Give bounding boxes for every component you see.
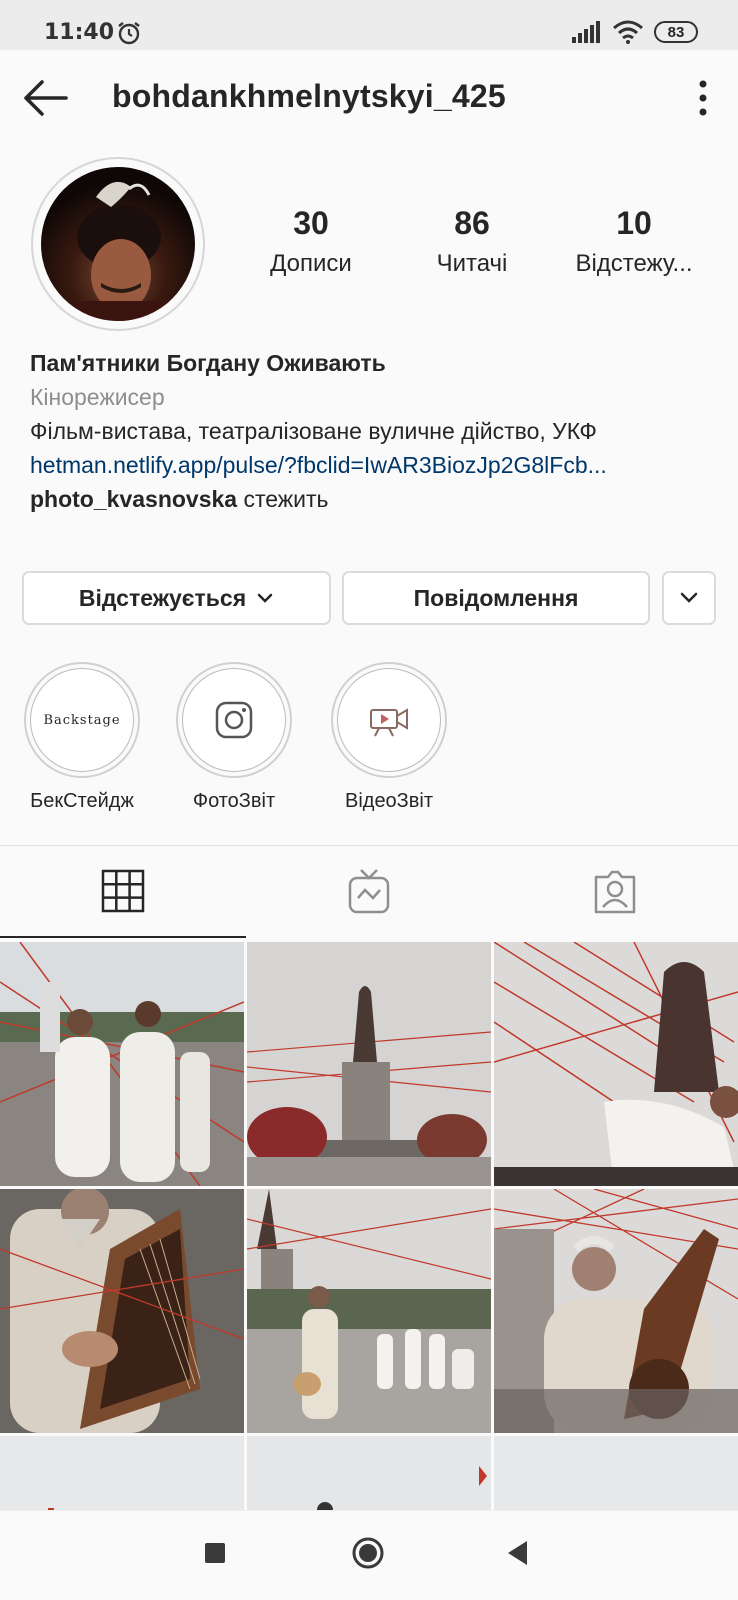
profile-category: Кінорежисер [30,384,165,410]
video-camera-icon [370,708,408,737]
chevron-down-icon [680,592,698,603]
profile-header: bohdankhmelnytskyi_425 [0,50,738,146]
profile-description: Фільм-вистава, театралізоване вуличне ді… [30,418,597,444]
post-thumbnail[interactable] [0,942,244,1186]
post-thumbnail[interactable] [494,1189,738,1433]
chevron-down-icon [257,593,273,603]
post-thumbnail[interactable] [0,1436,244,1512]
tab-grid[interactable] [0,846,246,938]
more-vertical-icon[interactable] [696,78,710,118]
stat-posts[interactable]: 30 Дописи [236,205,386,278]
post-image [494,942,738,1186]
highlight-video-report[interactable]: ВідеоЗвіт [329,662,449,813]
post-thumbnail[interactable] [494,1436,738,1512]
igtv-icon [348,869,390,914]
wifi-icon [613,20,643,44]
stat-following[interactable]: 10 Відстежу... [559,205,709,278]
post-image [494,1189,738,1433]
alarm-icon [118,22,140,45]
tab-tagged[interactable] [492,846,738,938]
posts-grid [0,942,738,1512]
profile-username: bohdankhmelnytskyi_425 [112,78,506,114]
highlight-cover [182,668,286,772]
followed-by[interactable]: photo_kvasnovska стежить [30,482,720,516]
post-image [247,1189,491,1433]
recent-apps-icon[interactable] [203,1541,227,1565]
tagged-icon [594,870,636,914]
profile-bio: Пам'ятники Богдану Оживають Кінорежисер … [30,346,720,516]
highlight-ring [176,662,292,778]
stat-following-label: Відстежу... [575,250,693,277]
post-thumbnail[interactable] [247,942,491,1186]
status-bar: 11:40 83 [0,0,738,50]
followed-by-user[interactable]: photo_kvasnovska [30,486,237,512]
avatar[interactable] [31,157,205,331]
stat-followers-label: Читачі [436,250,508,277]
post-thumbnail[interactable] [247,1189,491,1433]
post-image [247,1436,491,1512]
signal-icon [572,21,600,43]
profile-display-name: Пам'ятники Богдану Оживають [30,350,386,376]
highlight-photo-report[interactable]: ФотоЗвіт [174,662,294,813]
highlight-cover-text: Backstage [43,712,121,728]
tab-igtv[interactable] [246,846,492,938]
stat-posts-label: Дописи [270,250,352,277]
post-image [494,1436,738,1512]
post-image [0,1436,244,1512]
post-thumbnail[interactable] [247,1436,491,1512]
stat-followers[interactable]: 86 Читачі [397,205,547,278]
home-icon[interactable] [351,1536,385,1570]
highlight-label: ВідеоЗвіт [344,790,433,812]
profile-link[interactable]: hetman.netlify.app/pulse/?fbclid=IwAR3Bi… [30,448,720,482]
avatar-portrait [71,181,171,321]
highlight-ring [331,662,447,778]
post-thumbnail[interactable] [494,942,738,1186]
message-button-label: Повідомлення [413,584,579,611]
stat-followers-value: 86 [454,205,490,241]
highlight-backstage[interactable]: Backstage БекСтейдж [22,662,142,813]
followed-by-suffix: стежить [237,486,329,512]
post-thumbnail[interactable] [0,1189,244,1433]
status-time: 11:40 [44,20,115,45]
highlight-label: БекСтейдж [30,790,134,812]
battery-icon: 83 [654,21,698,43]
back-arrow-icon[interactable] [22,76,70,120]
profile-tabs [0,845,738,938]
message-button[interactable]: Повідомлення [342,571,650,625]
stat-following-value: 10 [616,205,652,241]
highlight-label: ФотоЗвіт [192,790,276,812]
stat-posts-value: 30 [293,205,329,241]
post-image [247,942,491,1186]
following-button-label: Відстежується [78,584,247,611]
avatar-photo [41,167,195,321]
highlight-cover: Backstage [30,668,134,772]
system-nav-bar [0,1510,738,1600]
grid-icon [101,869,145,913]
highlight-cover [337,668,441,772]
highlight-ring: Backstage [24,662,140,778]
instagram-icon [215,701,253,739]
following-button[interactable]: Відстежується [22,571,331,625]
back-icon[interactable] [505,1539,531,1567]
suggested-dropdown-button[interactable] [662,571,716,625]
post-image [0,1189,244,1433]
post-image [0,942,244,1186]
